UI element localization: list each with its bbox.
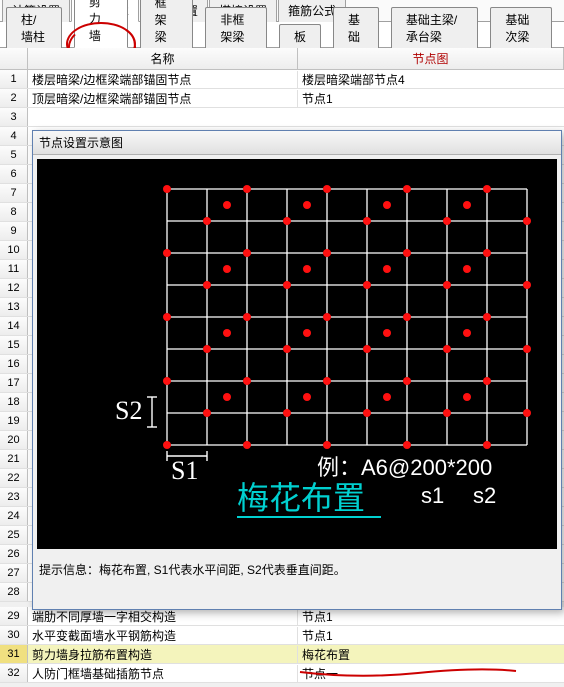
row-number: 31 [0, 645, 28, 663]
subtab-framebeam[interactable]: 框架梁 [140, 0, 194, 48]
subtab-found-mainbeam[interactable]: 基础主梁/承台梁 [391, 7, 479, 48]
row-number: 1 [0, 70, 28, 88]
header-rownum [0, 48, 28, 69]
row-number: 11 [0, 260, 28, 278]
row-name[interactable]: 人防门框墙基础插筋节点 [28, 665, 298, 682]
header-pic: 节点图 [298, 48, 564, 69]
row-number: 28 [0, 583, 28, 601]
row-number: 25 [0, 526, 28, 544]
row-number: 20 [0, 431, 28, 449]
row-number: 27 [0, 564, 28, 582]
row-number: 30 [0, 626, 28, 644]
row-name[interactable]: 楼层暗梁/边框梁端部锚固节点 [28, 71, 298, 88]
row-number: 26 [0, 545, 28, 563]
row-number: 5 [0, 146, 28, 164]
row-number: 19 [0, 412, 28, 430]
row-number: 17 [0, 374, 28, 392]
table-row[interactable]: 3 [0, 108, 564, 127]
row-number: 29 [0, 607, 28, 625]
row-pic[interactable]: 节点1 [298, 627, 564, 644]
diagram-canvas: S2 S1 例：A6@200*200 s1 s2 梅花布置 [37, 159, 557, 549]
row-number: 6 [0, 165, 28, 183]
row-pic[interactable]: 节点一 [298, 665, 564, 682]
hint-text: 提示信息：梅花布置, S1代表水平间距, S2代表垂直间距。 [33, 553, 561, 586]
subtab-slab[interactable]: 板 [279, 24, 321, 48]
row-number: 3 [0, 108, 28, 126]
s2-small: s2 [473, 483, 496, 508]
header-name: 名称 [28, 48, 298, 69]
diagram-window: 节点设置示意图 S2 S1 例：A6@200*200 s1 s2 梅花布置 [32, 130, 562, 610]
s1-label: S1 [171, 456, 198, 485]
subtab-shearwall[interactable]: 剪力墙 [74, 0, 128, 48]
row-number: 21 [0, 450, 28, 468]
table-row[interactable]: 32 人防门框墙基础插筋节点 节点一 [0, 664, 564, 683]
subtab-found-secbeam[interactable]: 基础次梁 [490, 7, 552, 48]
subtab-nonframebeam[interactable]: 非框架梁 [205, 7, 267, 48]
subtab-column[interactable]: 柱/墙柱 [6, 7, 62, 48]
big-label: 梅花布置 [237, 480, 365, 516]
table-row[interactable]: 1 楼层暗梁/边框梁端部锚固节点 楼层暗梁端部节点4 [0, 70, 564, 89]
row-number: 14 [0, 317, 28, 335]
sub-tab-bar: 柱/墙柱 剪力墙 框架梁 非框架梁 板 基础 基础主梁/承台梁 基础次梁 [0, 22, 564, 48]
row-number: 4 [0, 127, 28, 145]
s1-small: s1 [421, 483, 444, 508]
diagram-svg: S2 S1 例：A6@200*200 s1 s2 梅花布置 [37, 159, 557, 549]
row-pic[interactable]: 节点1 [298, 90, 564, 107]
row-number: 18 [0, 393, 28, 411]
row-number: 7 [0, 184, 28, 202]
row-number: 12 [0, 279, 28, 297]
s2-label: S2 [115, 396, 142, 425]
row-name[interactable]: 顶层暗梁/边框梁端部锚固节点 [28, 90, 298, 107]
row-pic[interactable]: 梅花布置 [298, 646, 564, 663]
diagram-title: 节点设置示意图 [33, 131, 561, 155]
row-number: 10 [0, 241, 28, 259]
row-number: 13 [0, 298, 28, 316]
row-number: 8 [0, 203, 28, 221]
grid-header: 名称 节点图 [0, 48, 564, 70]
row-number: 32 [0, 664, 28, 682]
row-number: 24 [0, 507, 28, 525]
row-pic[interactable]: 节点1 [298, 608, 564, 625]
row-name[interactable]: 水平变截面墙水平钢筋构造 [28, 627, 298, 644]
subtab-foundation[interactable]: 基础 [333, 7, 379, 48]
row-number: 2 [0, 89, 28, 107]
example-text: 例：A6@200*200 [317, 455, 492, 480]
table-row[interactable]: 2 顶层暗梁/边框梁端部锚固节点 节点1 [0, 89, 564, 108]
row-number: 23 [0, 488, 28, 506]
row-number: 15 [0, 336, 28, 354]
row-name[interactable]: 端肋不同厚墙一字相交构造 [28, 608, 298, 625]
table-row[interactable]: 31 剪力墙身拉筋布置构造 梅花布置 [0, 645, 564, 664]
row-number: 16 [0, 355, 28, 373]
row-name[interactable]: 剪力墙身拉筋布置构造 [28, 646, 298, 663]
row-pic[interactable]: 楼层暗梁端部节点4 [298, 71, 564, 88]
table-row[interactable]: 30 水平变截面墙水平钢筋构造 节点1 [0, 626, 564, 645]
row-number: 9 [0, 222, 28, 240]
row-number: 22 [0, 469, 28, 487]
